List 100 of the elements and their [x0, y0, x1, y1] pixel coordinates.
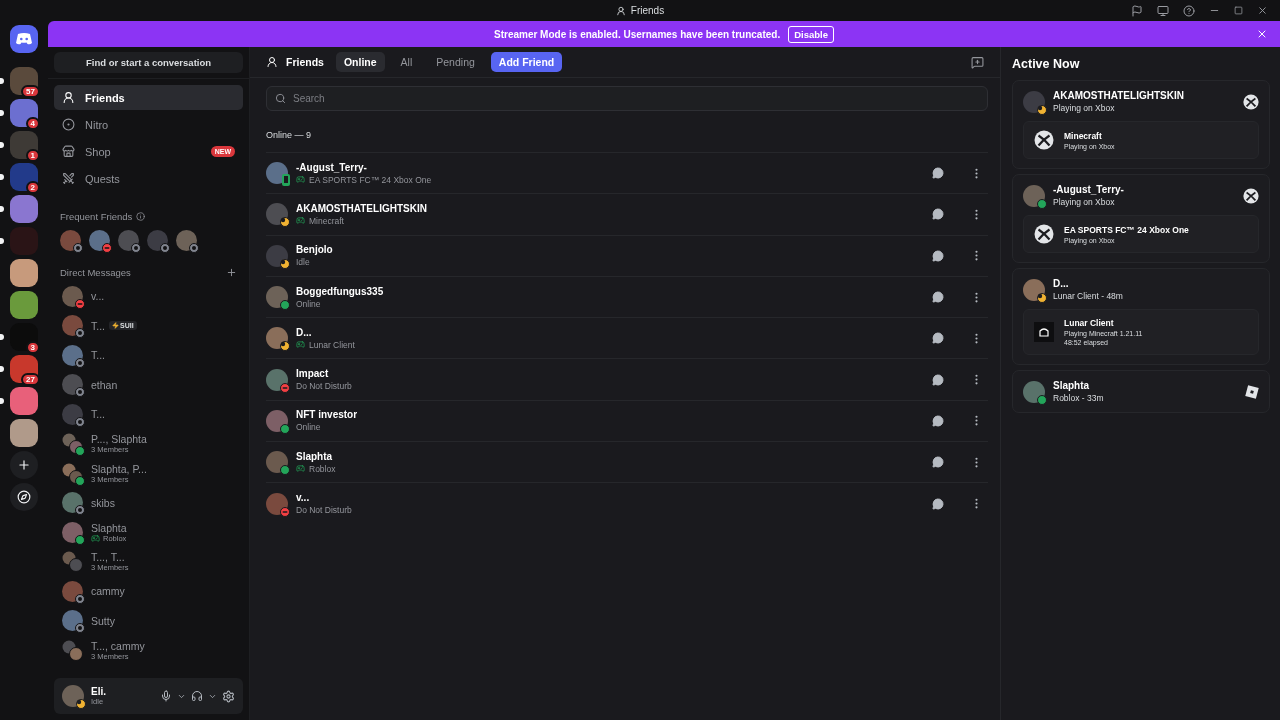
- friend-name: D...: [296, 326, 313, 338]
- add-server-button[interactable]: [10, 451, 38, 479]
- friend-row[interactable]: Benjolo Idle: [266, 234, 988, 276]
- avatar: [266, 244, 288, 267]
- server-icon[interactable]: [10, 195, 38, 223]
- friend-row[interactable]: Slaphta Roblox: [266, 441, 988, 483]
- compass-icon: [17, 490, 31, 504]
- tab[interactable]: Online: [335, 52, 385, 72]
- nav-item[interactable]: Friends: [54, 85, 243, 110]
- add-icon[interactable]: [226, 267, 237, 278]
- dm-item[interactable]: T...: [54, 400, 243, 429]
- window-title: Friends: [630, 5, 665, 16]
- server-icon[interactable]: [10, 163, 38, 191]
- avatar: [266, 492, 288, 515]
- friend-status: EA SPORTS FC™ 24 Xbox One: [296, 174, 912, 185]
- friends-icon: [266, 56, 278, 68]
- search-field[interactable]: Search: [266, 86, 988, 111]
- search-icon: [275, 93, 286, 104]
- avatar: [266, 368, 288, 391]
- server-icon[interactable]: [10, 387, 38, 415]
- home-button[interactable]: [10, 25, 38, 53]
- controller-icon: [296, 216, 305, 226]
- section-title: Online — 9: [266, 130, 313, 140]
- dm-name: Slaphta: [91, 521, 127, 534]
- headphones-icon[interactable]: [191, 690, 203, 702]
- tab[interactable]: Pending: [428, 52, 483, 72]
- avatar: [266, 409, 288, 432]
- plus-icon: [17, 458, 31, 472]
- activity-user: -August_Terry-: [1053, 184, 1125, 195]
- controller-icon: [91, 533, 100, 543]
- friend-row[interactable]: Impact Do Not Disturb: [266, 358, 988, 400]
- mention-count: 27: [21, 373, 40, 386]
- friend-name: v...: [296, 492, 311, 503]
- flag-icon[interactable]: [1131, 4, 1143, 17]
- server-icon[interactable]: [10, 355, 38, 383]
- speech-bubble-icon: [932, 249, 944, 262]
- friend-row[interactable]: v... Do Not Disturb: [266, 482, 988, 524]
- activity-summary: Lunar Client - 48m: [1053, 291, 1124, 301]
- new-group-dm-icon[interactable]: [971, 55, 984, 69]
- nav-item[interactable]: Nitro: [54, 112, 243, 137]
- settings-icon[interactable]: [222, 689, 235, 703]
- speech-bubble-icon: [932, 208, 944, 221]
- game-controller-logo-icon: [15, 32, 33, 46]
- close-icon[interactable]: [1257, 5, 1268, 16]
- friend-name: NFT investor: [296, 409, 359, 421]
- xbox-logo-icon: [1243, 93, 1259, 110]
- banner-text: Streamer Mode is enabled. Usernames have been truncated.: [494, 28, 781, 40]
- friend-row[interactable]: -August_Terry- EA SPORTS FC™ 24 Xbox One: [266, 152, 988, 194]
- xbox-logo-icon: [1034, 224, 1054, 244]
- microphone-icon[interactable]: [160, 690, 172, 702]
- section-title: Frequent Friends: [60, 211, 133, 222]
- speech-bubble-icon: [932, 291, 944, 304]
- speech-bubble-icon: [932, 414, 944, 427]
- tab[interactable]: All: [392, 52, 421, 72]
- info-icon[interactable]: [136, 212, 146, 221]
- activity-card[interactable]: Slaphta Roblox - 33m: [1012, 370, 1270, 413]
- speech-bubble-icon: [932, 332, 944, 345]
- dm-item[interactable]: Sutty: [54, 606, 243, 635]
- friend-status: Online: [296, 422, 322, 433]
- mention-count: 57: [21, 85, 40, 98]
- dm-name: T...: [91, 349, 105, 362]
- find-conversation-button[interactable]: Find or start a conversation: [54, 52, 243, 73]
- friend-status: Lunar Client: [296, 339, 912, 350]
- quests-icon: [62, 172, 75, 185]
- game-title: EA SPORTS FC™ 24 Xbox One: [1064, 224, 1190, 235]
- friend-row[interactable]: Boggedfungus335 Online: [266, 275, 988, 318]
- monitor-icon[interactable]: [1157, 4, 1169, 17]
- dm-item[interactable]: cammy: [54, 577, 243, 606]
- server-icon[interactable]: [10, 99, 38, 127]
- section-title: Direct Messages: [60, 267, 131, 278]
- friend-row[interactable]: AKAMOSTHATELIGHTSKIN Minecraft: [266, 193, 988, 235]
- dm-name: P..., Slaphta: [91, 433, 147, 446]
- dm-item[interactable]: T...: [54, 341, 243, 370]
- nav-item[interactable]: Quests: [54, 166, 243, 191]
- add-friend-button[interactable]: Add Friend: [490, 52, 563, 72]
- xbox-logo-icon: [1034, 130, 1054, 150]
- dm-item[interactable]: skibs: [54, 488, 243, 517]
- discover-button[interactable]: [10, 483, 38, 511]
- page-title: Friends: [286, 56, 324, 68]
- friend-status: Minecraft: [296, 215, 912, 226]
- activity-summary: Playing on Xbox: [1053, 103, 1116, 113]
- dm-item[interactable]: ethan: [54, 370, 243, 399]
- server-icon[interactable]: [10, 419, 38, 447]
- server-icon[interactable]: [10, 323, 38, 351]
- activity-summary: Playing on Xbox: [1053, 197, 1116, 207]
- avatar: [1023, 90, 1045, 113]
- close-icon[interactable]: [1256, 28, 1268, 40]
- server-icon[interactable]: [10, 291, 38, 319]
- dm-name: ethan: [91, 378, 118, 391]
- disable-button[interactable]: Disable: [788, 25, 834, 43]
- friends-icon: [615, 5, 626, 16]
- dm-name: cammy: [91, 585, 125, 598]
- friend-row[interactable]: D... Lunar Client: [266, 317, 988, 359]
- maximize-icon[interactable]: [1234, 6, 1243, 15]
- help-icon[interactable]: [1183, 4, 1195, 17]
- dm-item[interactable]: v...: [54, 282, 243, 311]
- xbox-logo-icon: [1243, 187, 1259, 204]
- friend-row[interactable]: NFT investor Online: [266, 399, 988, 442]
- server-icon[interactable]: [10, 259, 38, 287]
- shop-icon: [62, 145, 75, 158]
